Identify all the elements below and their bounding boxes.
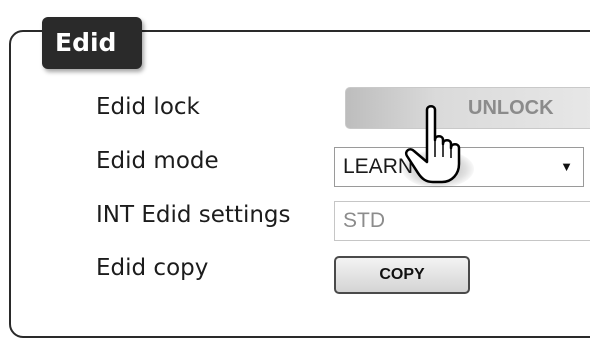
panel-title-tab: Edid xyxy=(42,17,142,69)
edid-lock-label: Edid lock xyxy=(96,94,200,120)
dropdown-arrow-icon: ▼ xyxy=(560,159,573,174)
edid-mode-value: LEARN xyxy=(343,155,414,178)
int-edid-settings-field[interactable]: STD xyxy=(334,201,590,241)
copy-button[interactable]: COPY xyxy=(334,256,470,294)
edid-mode-select[interactable]: LEARN ▼ xyxy=(334,147,584,187)
edid-copy-label: Edid copy xyxy=(96,255,209,281)
edid-mode-label: Edid mode xyxy=(96,148,219,174)
int-edid-settings-label: INT Edid settings xyxy=(96,202,291,228)
unlock-button[interactable]: UNLOCK xyxy=(345,87,590,129)
